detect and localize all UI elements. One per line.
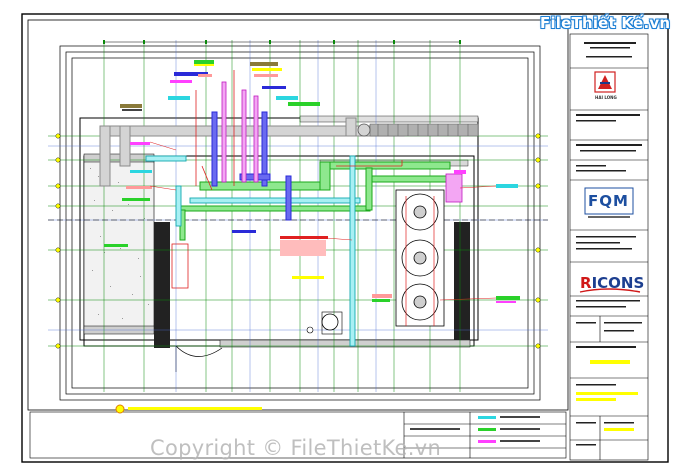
cad-drawing — [21, 13, 669, 463]
title-block-text-marks — [576, 42, 642, 446]
wall-band — [299, 115, 479, 123]
fqm-logo-text: FQM — [588, 192, 629, 210]
ricons-logo-text: RICONS — [580, 274, 644, 292]
hai-long-logo-text: HAI LONG — [595, 95, 617, 100]
title-highlight — [590, 360, 630, 364]
pipe-elbow — [357, 123, 371, 137]
title-highlight — [576, 392, 638, 395]
ricons-logo-r: R — [580, 274, 592, 292]
ahu-units — [395, 189, 445, 327]
column — [454, 222, 470, 340]
electrical-panel — [171, 243, 189, 289]
brand-suffix: Thiết Kế.vn — [571, 14, 671, 32]
title-highlight — [604, 428, 634, 431]
pipe-gray-hatch — [369, 123, 479, 137]
ricons-logo-rest: ICONS — [591, 274, 645, 292]
brand-watermark: FileThiết Kế.vn — [540, 14, 670, 32]
note-highlight — [128, 407, 262, 410]
pump-small — [306, 326, 314, 334]
note-marker — [115, 404, 125, 414]
copyright-watermark: Copyright © FileThietKe.vn — [150, 436, 442, 460]
column — [154, 222, 170, 348]
callout-red — [280, 236, 328, 239]
wall-band — [83, 153, 155, 163]
callout-salmon — [280, 240, 326, 256]
brand-prefix: File — [540, 14, 572, 32]
hai-long-logo — [594, 71, 616, 93]
title-highlight — [576, 398, 616, 401]
door-swing — [175, 345, 223, 357]
pump — [321, 313, 339, 331]
